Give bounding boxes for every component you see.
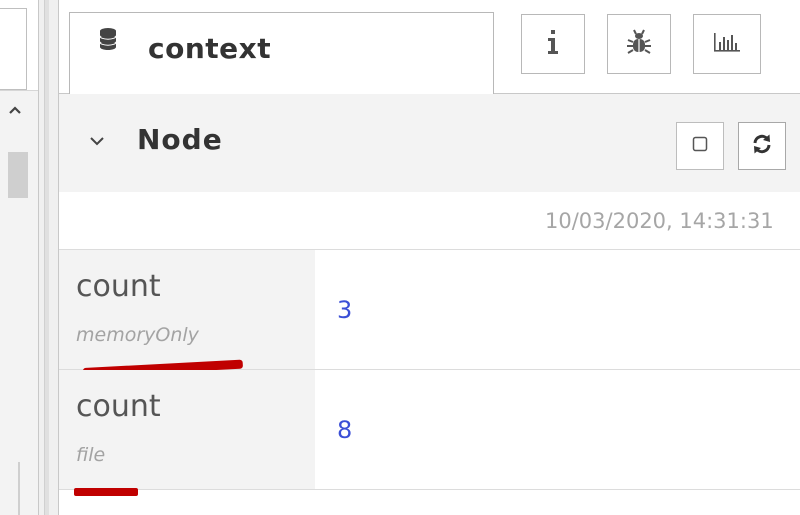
dashboard-tab-button[interactable] [693, 14, 761, 74]
updated-timestamp: 10/03/2020, 14:31:31 [545, 209, 774, 233]
info-tab-button[interactable] [521, 14, 585, 74]
info-icon [546, 29, 560, 59]
node-section-title: Node [137, 123, 223, 156]
table-row[interactable]: count file 8 [59, 370, 800, 496]
annotation-underline [74, 488, 138, 496]
node-section-header[interactable]: Node [59, 94, 800, 192]
tab-context-label: context [148, 32, 272, 65]
sidebar: context Node 10/03/2020, 14:31:31 count … [59, 0, 800, 515]
refresh-button[interactable] [738, 122, 786, 170]
chevron-down-icon[interactable] [89, 132, 105, 146]
table-row[interactable]: count memoryOnly 3 [59, 250, 800, 377]
property-store: memoryOnly [76, 324, 199, 346]
property-key-cell: count file [59, 370, 315, 496]
property-value[interactable]: 8 [337, 416, 352, 444]
scrollbar-thumb[interactable] [8, 152, 28, 198]
database-icon [98, 27, 118, 51]
bug-icon [626, 29, 652, 59]
workspace-edge [0, 0, 38, 515]
bar-chart-icon [712, 30, 742, 58]
app-root: context Node 10/03/2020, 14:31:31 count … [0, 0, 800, 515]
tab-context[interactable] [69, 12, 494, 95]
property-key-cell: count memoryOnly [59, 250, 315, 377]
workspace-tab-edge[interactable] [0, 8, 27, 90]
timestamp-row: 10/03/2020, 14:31:31 [59, 192, 800, 250]
property-key: count [76, 269, 161, 304]
sidebar-tab-strip: context [59, 0, 800, 95]
splitter-grip[interactable] [44, 0, 49, 515]
checkbox-icon [692, 136, 708, 156]
property-value[interactable]: 3 [337, 296, 352, 324]
auto-refresh-checkbox[interactable] [676, 122, 724, 170]
property-store: file [76, 444, 106, 466]
property-key: count [76, 389, 161, 424]
scrollbar-thumb-lower[interactable] [18, 462, 20, 515]
debug-tab-button[interactable] [607, 14, 671, 74]
refresh-icon [751, 133, 773, 159]
scroll-up-icon[interactable] [7, 104, 23, 118]
